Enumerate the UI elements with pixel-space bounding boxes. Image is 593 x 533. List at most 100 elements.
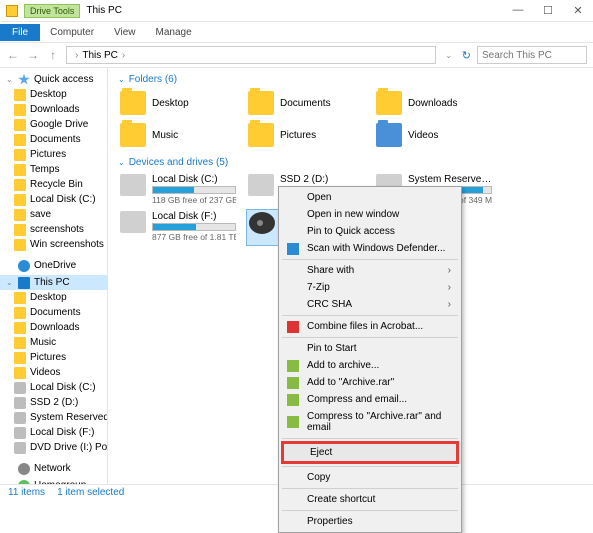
sidebar-onedrive[interactable]: OneDrive: [0, 258, 107, 273]
pdf-icon: [287, 321, 299, 333]
minimize-button[interactable]: —: [503, 4, 533, 17]
sidebar-quick-access[interactable]: ⌄Quick access: [0, 72, 107, 87]
sidebar-item[interactable]: Downloads: [0, 320, 107, 335]
ctx-copy[interactable]: Copy: [281, 469, 459, 486]
ctx-open-new-window[interactable]: Open in new window: [281, 206, 459, 223]
group-drives-header[interactable]: ⌄Devices and drives (5): [118, 157, 583, 168]
menu-computer[interactable]: Computer: [40, 24, 104, 41]
ctx-share-with[interactable]: Share with: [281, 262, 459, 279]
folder-icon: [14, 134, 26, 146]
ctx-compress-rar-email[interactable]: Compress to "Archive.rar" and email: [281, 408, 459, 436]
up-button[interactable]: ↑: [46, 48, 60, 62]
status-selected-count: 1 item selected: [57, 487, 124, 498]
disk-icon: [14, 397, 26, 409]
sidebar-item[interactable]: System Reserved (E:): [0, 410, 107, 425]
folder-item[interactable]: Music: [118, 121, 238, 149]
sidebar-network[interactable]: Network: [0, 461, 107, 476]
maximize-button[interactable]: ☐: [533, 4, 563, 17]
ctx-scan-defender[interactable]: Scan with Windows Defender...: [281, 240, 459, 257]
address-bar[interactable]: › This PC ›: [66, 46, 436, 64]
status-item-count: 11 items: [8, 487, 45, 498]
breadcrumb[interactable]: This PC: [82, 50, 118, 61]
drive-tools-tab[interactable]: Drive Tools: [24, 4, 80, 18]
archive-icon: [287, 377, 299, 389]
sidebar-item[interactable]: Google Drive: [0, 117, 107, 132]
ctx-properties[interactable]: Properties: [281, 513, 459, 530]
ctx-7zip[interactable]: 7-Zip: [281, 279, 459, 296]
sidebar-item[interactable]: Pictures: [0, 147, 107, 162]
search-input[interactable]: [477, 46, 587, 64]
cloud-icon: [18, 260, 30, 272]
folder-icon: [14, 292, 26, 304]
sidebar-item[interactable]: screenshots: [0, 222, 107, 237]
sidebar-item[interactable]: Documents: [0, 305, 107, 320]
ctx-compress-email[interactable]: Compress and email...: [281, 391, 459, 408]
sidebar-item[interactable]: Local Disk (F:): [0, 425, 107, 440]
sidebar-item[interactable]: Recycle Bin: [0, 177, 107, 192]
star-icon: [18, 74, 30, 86]
ctx-eject[interactable]: Eject: [284, 444, 456, 461]
folder-icon: [14, 209, 26, 221]
ctx-crc-sha[interactable]: CRC SHA: [281, 296, 459, 313]
sidebar-item[interactable]: Desktop: [0, 290, 107, 305]
folder-icon: [14, 104, 26, 116]
sidebar-item[interactable]: Documents: [0, 132, 107, 147]
forward-button[interactable]: →: [26, 48, 40, 62]
title-bar: Drive Tools This PC — ☐ ✕: [0, 0, 593, 22]
sidebar-item[interactable]: Local Disk (C:): [0, 192, 107, 207]
ctx-open[interactable]: Open: [281, 189, 459, 206]
folder-icon: [248, 123, 274, 147]
sidebar: ⌄Quick access DesktopDownloadsGoogle Dri…: [0, 68, 108, 484]
app-icon: [6, 5, 18, 17]
sidebar-item[interactable]: save: [0, 207, 107, 222]
folder-item[interactable]: Desktop: [118, 89, 238, 117]
disk-icon: [14, 442, 26, 454]
ctx-pin-start[interactable]: Pin to Start: [281, 340, 459, 357]
sidebar-item[interactable]: Videos: [0, 365, 107, 380]
close-button[interactable]: ✕: [563, 4, 593, 17]
disk-icon: [14, 382, 26, 394]
folder-item[interactable]: Videos: [374, 121, 494, 149]
shield-icon: [287, 243, 299, 255]
archive-icon: [287, 394, 299, 406]
sidebar-item[interactable]: Pictures: [0, 350, 107, 365]
sidebar-item[interactable]: Desktop: [0, 87, 107, 102]
ctx-add-rar[interactable]: Add to "Archive.rar": [281, 374, 459, 391]
archive-icon: [287, 360, 299, 372]
disk-icon: [248, 174, 274, 196]
folder-item[interactable]: Downloads: [374, 89, 494, 117]
folder-icon: [14, 239, 26, 251]
sidebar-item[interactable]: Music: [0, 335, 107, 350]
folder-item[interactable]: Pictures: [246, 121, 366, 149]
sidebar-item[interactable]: SSD 2 (D:): [0, 395, 107, 410]
back-button[interactable]: ←: [6, 48, 20, 62]
drive-item[interactable]: Local Disk (F:)877 GB free of 1.81 TB: [118, 209, 238, 246]
sidebar-this-pc[interactable]: ⌄This PC: [0, 275, 107, 290]
sidebar-item[interactable]: Win screenshots: [0, 237, 107, 252]
folder-icon: [14, 307, 26, 319]
menu-file[interactable]: File: [0, 24, 40, 41]
ctx-combine-acrobat[interactable]: Combine files in Acrobat...: [281, 318, 459, 335]
ctx-add-archive[interactable]: Add to archive...: [281, 357, 459, 374]
refresh-button[interactable]: ↻: [462, 49, 471, 62]
chevron-right-icon: ›: [122, 50, 125, 61]
folder-icon: [120, 123, 146, 147]
menu-manage[interactable]: Manage: [146, 24, 202, 41]
folder-icon: [120, 91, 146, 115]
sidebar-item[interactable]: Temps: [0, 162, 107, 177]
folder-item[interactable]: Documents: [246, 89, 366, 117]
separator: [282, 510, 458, 511]
menu-view[interactable]: View: [104, 24, 146, 41]
group-folders-header[interactable]: ⌄Folders (6): [118, 74, 583, 85]
folder-icon: [376, 123, 402, 147]
separator: [282, 438, 458, 439]
disk-icon: [120, 174, 146, 196]
folder-icon: [14, 164, 26, 176]
dropdown-icon[interactable]: ⌄: [442, 51, 456, 60]
ctx-pin-quick-access[interactable]: Pin to Quick access: [281, 223, 459, 240]
sidebar-item[interactable]: Local Disk (C:): [0, 380, 107, 395]
drive-item[interactable]: Local Disk (C:)118 GB free of 237 GB: [118, 172, 238, 207]
chevron-right-icon: ›: [75, 50, 78, 61]
sidebar-item[interactable]: DVD Drive (I:) Polish: [0, 440, 107, 455]
sidebar-item[interactable]: Downloads: [0, 102, 107, 117]
